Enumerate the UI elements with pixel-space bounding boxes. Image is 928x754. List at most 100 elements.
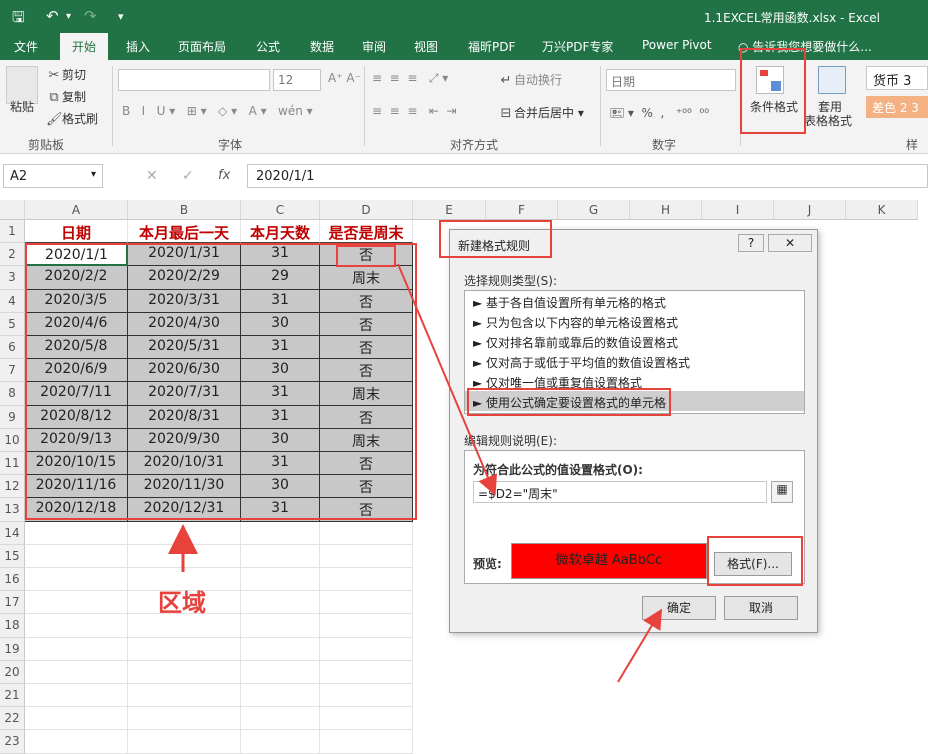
column-header[interactable]: E: [413, 200, 486, 220]
empty-cell[interactable]: [320, 591, 413, 615]
row-header[interactable]: 8: [0, 382, 25, 406]
row-header[interactable]: 20: [0, 660, 25, 684]
column-header[interactable]: G: [558, 200, 630, 220]
row-header[interactable]: 19: [0, 637, 25, 661]
header-cell[interactable]: 本月天数: [241, 220, 320, 244]
column-header[interactable]: C: [241, 200, 320, 220]
empty-cell[interactable]: [128, 544, 241, 568]
row-header[interactable]: 1: [0, 220, 25, 244]
tab-foxit-pdf[interactable]: 福昕PDF: [468, 38, 515, 55]
formula-input[interactable]: =$D2="周末": [473, 481, 767, 503]
row-header[interactable]: 7: [0, 359, 25, 383]
empty-cell[interactable]: [25, 591, 128, 615]
row-header[interactable]: 5: [0, 312, 25, 336]
font-style-buttons[interactable]: B I U ▾ ⊞ ▾ ◇ ▾ A ▾ wén ▾: [122, 104, 313, 118]
undo-dropdown-icon[interactable]: ▾: [66, 11, 71, 22]
column-header[interactable]: H: [630, 200, 702, 220]
row-header[interactable]: 14: [0, 521, 25, 545]
row-header[interactable]: 4: [0, 289, 25, 313]
row-header[interactable]: 15: [0, 544, 25, 568]
tab-view[interactable]: 视图: [414, 38, 438, 55]
empty-cell[interactable]: [25, 614, 128, 638]
empty-cell[interactable]: [320, 544, 413, 568]
empty-cell[interactable]: [128, 521, 241, 545]
empty-cell[interactable]: [241, 591, 320, 615]
rule-type-item[interactable]: ► 基于各自值设置所有单元格的格式: [465, 291, 804, 311]
empty-cell[interactable]: [25, 660, 128, 684]
paste-button[interactable]: 粘贴: [10, 98, 34, 115]
number-format-select[interactable]: 日期: [606, 69, 736, 91]
empty-cell[interactable]: [128, 637, 241, 661]
empty-cell[interactable]: [241, 544, 320, 568]
empty-cell[interactable]: [241, 684, 320, 708]
tab-page-layout[interactable]: 页面布局: [178, 38, 226, 55]
empty-cell[interactable]: [25, 684, 128, 708]
wrap-text-button[interactable]: ↵ 自动换行: [498, 71, 562, 88]
row-header[interactable]: 22: [0, 707, 25, 731]
format-painter-button[interactable]: 🖌格式刷: [46, 110, 98, 127]
rule-type-item[interactable]: ► 只为包含以下内容的单元格设置格式: [465, 311, 804, 331]
row-header[interactable]: 10: [0, 428, 25, 452]
row-header[interactable]: 13: [0, 498, 25, 522]
copy-button[interactable]: ⧉ 复制: [46, 88, 86, 105]
header-cell[interactable]: 本月最后一天: [128, 220, 241, 244]
align-top-icons[interactable]: ≡ ≡ ≡ ⤢ ▾: [372, 71, 448, 86]
empty-cell[interactable]: [128, 730, 241, 754]
empty-cell[interactable]: [320, 637, 413, 661]
row-header[interactable]: 16: [0, 568, 25, 592]
insert-function-icon[interactable]: fx: [218, 168, 230, 183]
column-header[interactable]: B: [128, 200, 241, 220]
empty-cell[interactable]: [128, 660, 241, 684]
empty-cell[interactable]: [241, 614, 320, 638]
enter-icon[interactable]: ✓: [182, 168, 194, 184]
table-format-button[interactable]: 表格格式: [804, 112, 852, 129]
row-header[interactable]: 6: [0, 336, 25, 360]
column-header[interactable]: J: [774, 200, 846, 220]
close-button[interactable]: ✕: [768, 234, 812, 252]
select-all-corner[interactable]: [0, 200, 25, 220]
column-header[interactable]: D: [320, 200, 413, 220]
row-header[interactable]: 2: [0, 243, 25, 267]
rule-type-item[interactable]: ► 仅对排名靠前或靠后的数值设置格式: [465, 331, 804, 351]
font-name-input[interactable]: [118, 69, 270, 91]
empty-cell[interactable]: [320, 730, 413, 754]
empty-cell[interactable]: [25, 568, 128, 592]
collapse-dialog-icon[interactable]: ▦: [771, 481, 793, 503]
empty-cell[interactable]: [241, 637, 320, 661]
font-size-input[interactable]: 12: [273, 69, 321, 91]
tab-review[interactable]: 审阅: [362, 38, 386, 55]
empty-cell[interactable]: [320, 614, 413, 638]
row-header[interactable]: 21: [0, 684, 25, 708]
empty-cell[interactable]: [241, 568, 320, 592]
row-header[interactable]: 23: [0, 730, 25, 754]
tab-file[interactable]: 文件: [14, 38, 38, 55]
tab-home[interactable]: 开始: [60, 33, 109, 60]
empty-cell[interactable]: [320, 660, 413, 684]
header-cell[interactable]: 是否是周末: [320, 220, 413, 244]
empty-cell[interactable]: [25, 637, 128, 661]
merge-center-button[interactable]: ⊟ 合并后居中 ▾: [498, 104, 584, 121]
header-cell[interactable]: 日期: [25, 220, 128, 244]
row-header[interactable]: 17: [0, 591, 25, 615]
empty-cell[interactable]: [128, 684, 241, 708]
name-box[interactable]: A2 ▾: [3, 164, 103, 188]
save-icon[interactable]: 🖫: [12, 7, 25, 32]
empty-cell[interactable]: [320, 707, 413, 731]
empty-cell[interactable]: [320, 568, 413, 592]
empty-cell[interactable]: [25, 730, 128, 754]
font-grow-icon[interactable]: A⁺ A⁻: [328, 71, 361, 85]
cut-button[interactable]: ✂ 剪切: [46, 66, 86, 83]
row-header[interactable]: 18: [0, 614, 25, 638]
column-header[interactable]: K: [846, 200, 918, 220]
empty-cell[interactable]: [25, 521, 128, 545]
empty-cell[interactable]: [241, 660, 320, 684]
row-header[interactable]: 9: [0, 405, 25, 429]
column-header[interactable]: I: [702, 200, 774, 220]
empty-cell[interactable]: [241, 707, 320, 731]
tab-wondershare-pdf[interactable]: 万兴PDF专家: [542, 38, 613, 55]
number-format-icons[interactable]: 🖭 ▾ % , ⁺⁰⁰ ⁰⁰: [610, 104, 709, 125]
empty-cell[interactable]: [320, 521, 413, 545]
column-header[interactable]: A: [25, 200, 128, 220]
row-header[interactable]: 11: [0, 452, 25, 476]
empty-cell[interactable]: [241, 730, 320, 754]
